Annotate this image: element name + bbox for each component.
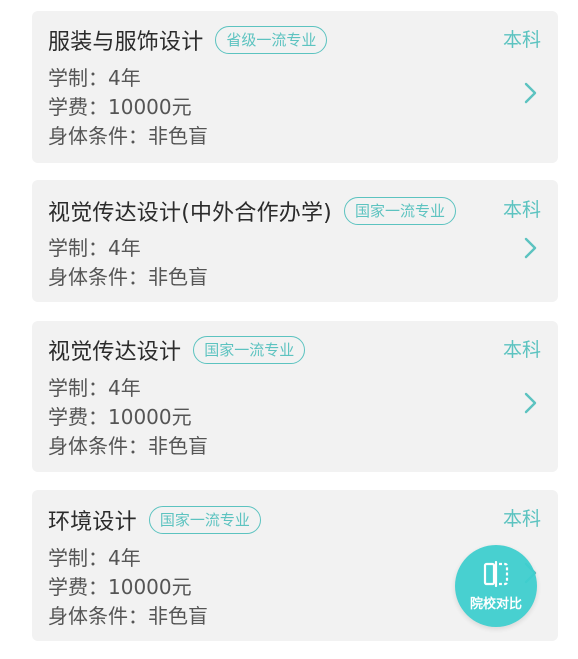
major-info: 学制：4年 学费：10000元 身体条件：非色盲 bbox=[48, 64, 208, 151]
degree-level: 本科 bbox=[502, 29, 541, 51]
degree-level: 本科 bbox=[502, 199, 541, 221]
info-duration: 学制：4年 bbox=[48, 236, 141, 260]
major-badge: 国家一流专业 bbox=[148, 506, 261, 534]
info-duration: 学制：4年 bbox=[48, 376, 141, 400]
major-badge: 国家一流专业 bbox=[193, 336, 306, 364]
major-info: 学制：4年 身体条件：非色盲 bbox=[48, 234, 208, 292]
compare-schools-button[interactable]: 院校对比 bbox=[455, 545, 537, 627]
info-physical: 身体条件：非色盲 bbox=[48, 265, 208, 289]
info-physical: 身体条件：非色盲 bbox=[48, 434, 208, 458]
major-name: 服装与服饰设计 bbox=[48, 30, 204, 55]
info-tuition: 学费：10000元 bbox=[48, 575, 192, 599]
chevron-right-icon[interactable] bbox=[522, 81, 538, 105]
major-badge: 省级一流专业 bbox=[215, 26, 328, 54]
major-card[interactable]: 视觉传达设计 国家一流专业 本科 学制：4年 学费：10000元 身体条件：非色… bbox=[32, 321, 558, 472]
major-title-row: 服装与服饰设计 省级一流专业 bbox=[48, 24, 328, 56]
major-name: 环境设计 bbox=[48, 510, 137, 535]
info-duration: 学制：4年 bbox=[48, 546, 141, 570]
major-name: 视觉传达设计(中外合作办学) bbox=[48, 201, 332, 226]
major-badge: 国家一流专业 bbox=[343, 197, 456, 225]
info-physical: 身体条件：非色盲 bbox=[48, 604, 208, 628]
major-name: 视觉传达设计 bbox=[48, 340, 182, 365]
major-info: 学制：4年 学费：10000元 身体条件：非色盲 bbox=[48, 544, 208, 631]
major-card[interactable]: 视觉传达设计(中外合作办学) 国家一流专业 本科 学制：4年 身体条件：非色盲 bbox=[32, 180, 558, 302]
compare-icon bbox=[483, 560, 509, 587]
degree-level: 本科 bbox=[502, 339, 541, 361]
info-tuition: 学费：10000元 bbox=[48, 405, 192, 429]
compare-schools-label: 院校对比 bbox=[469, 596, 522, 612]
chevron-right-icon[interactable] bbox=[522, 391, 538, 415]
info-duration: 学制：4年 bbox=[48, 66, 141, 90]
info-physical: 身体条件：非色盲 bbox=[48, 124, 208, 148]
info-tuition: 学费：10000元 bbox=[48, 95, 192, 119]
major-title-row: 环境设计 国家一流专业 bbox=[48, 504, 261, 536]
major-card[interactable]: 服装与服饰设计 省级一流专业 本科 学制：4年 学费：10000元 身体条件：非… bbox=[32, 11, 558, 163]
major-title-row: 视觉传达设计 国家一流专业 bbox=[48, 334, 306, 366]
major-info: 学制：4年 学费：10000元 身体条件：非色盲 bbox=[48, 374, 208, 461]
major-title-row: 视觉传达设计(中外合作办学) 国家一流专业 bbox=[48, 195, 456, 227]
chevron-right-icon[interactable] bbox=[522, 236, 538, 260]
degree-level: 本科 bbox=[502, 508, 541, 530]
